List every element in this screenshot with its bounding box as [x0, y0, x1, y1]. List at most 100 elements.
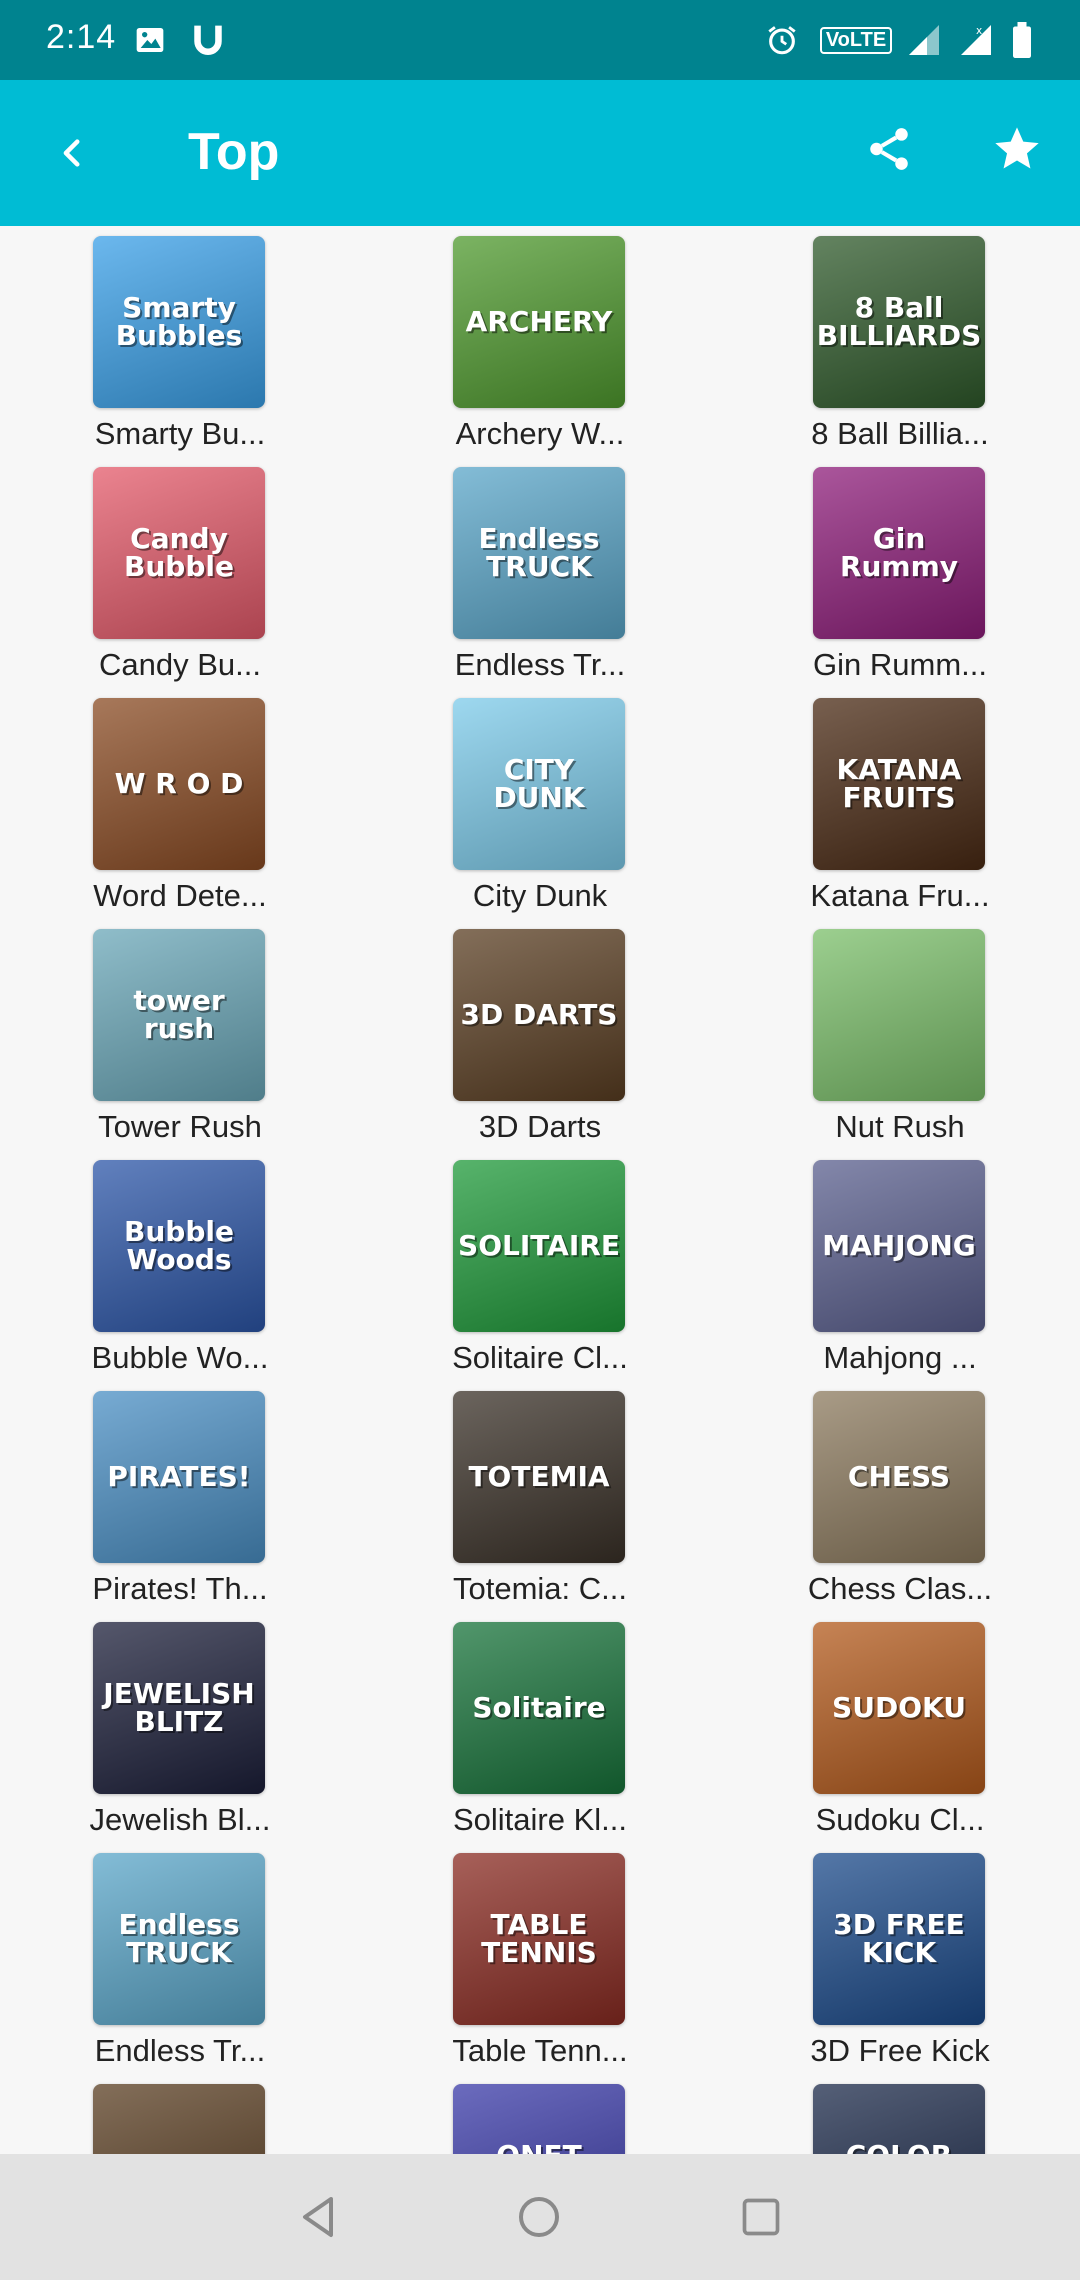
game-thumbnail[interactable] — [93, 2084, 265, 2154]
game-thumbnail[interactable]: PIRATES! — [93, 1391, 265, 1563]
game-title: Chess Clas... — [807, 1571, 993, 1606]
game-thumbnail[interactable]: ONET CONNECT — [453, 2084, 625, 2154]
game-thumbnail[interactable]: Gin Rummy — [813, 467, 985, 639]
game-title: Bubble Wo... — [91, 1340, 269, 1375]
game-tile[interactable]: 8 Ball BILLIARDS 8 Ball Billia... — [780, 226, 1020, 457]
status-time: 2:14 — [46, 18, 117, 56]
game-tile[interactable]: Endless TRUCK Endless Tr... — [60, 1843, 300, 2074]
game-thumbnail[interactable]: Solitaire — [453, 1622, 625, 1794]
game-thumbnail[interactable]: tower rush — [93, 929, 265, 1101]
triangle-back-icon — [303, 2197, 333, 2237]
status-bar: 2:14 VoLTE x — [0, 0, 1080, 80]
game-logo-text: TOTEMIA — [468, 1460, 610, 1493]
share-button[interactable] — [856, 116, 922, 182]
game-thumbnail[interactable]: SOLITAIRE — [453, 1160, 625, 1332]
game-logo-text: Gin Rummy — [839, 522, 959, 583]
game-title: Katana Fru... — [810, 878, 990, 913]
game-logo-text: CHESS — [847, 1460, 951, 1493]
game-tile[interactable]: COLOR SHAPE — [780, 2074, 1020, 2154]
game-tile[interactable]: SOLITAIRE Solitaire Cl... — [420, 1150, 660, 1381]
signal-icon — [904, 20, 944, 60]
nav-back-button[interactable] — [288, 2186, 350, 2248]
game-tile[interactable]: 3D DARTS 3D Darts — [420, 919, 660, 1150]
game-thumbnail[interactable]: TABLE TENNIS — [453, 1853, 625, 2025]
game-tile[interactable]: 3D FREE KICK 3D Free Kick — [780, 1843, 1020, 2074]
share-icon — [870, 128, 908, 170]
game-tile[interactable]: ONET CONNECT — [420, 2074, 660, 2154]
game-tile[interactable]: Bubble Woods Bubble Wo... — [60, 1150, 300, 1381]
game-thumbnail[interactable]: Bubble Woods — [93, 1160, 265, 1332]
game-tile[interactable]: CHESS Chess Clas... — [780, 1381, 1020, 1612]
game-title: 8 Ball Billia... — [811, 416, 989, 451]
game-tile[interactable]: Nut Rush — [780, 919, 1020, 1150]
game-logo-text: KATANA FRUITS — [836, 753, 962, 814]
game-title: Endless Tr... — [454, 647, 626, 682]
svg-text:x: x — [976, 25, 982, 37]
game-thumbnail[interactable]: SUDOKU — [813, 1622, 985, 1794]
game-title: Solitaire Kl... — [452, 1802, 627, 1837]
game-logo-text: Bubble Woods — [124, 1215, 234, 1276]
game-logo-text: W R O D — [114, 767, 244, 800]
game-thumbnail[interactable]: W R O D — [93, 698, 265, 870]
game-thumbnail[interactable]: Smarty Bubbles — [93, 236, 265, 408]
game-title: Mahjong ... — [823, 1340, 977, 1375]
game-tile[interactable]: ARCHERY Archery W... — [420, 226, 660, 457]
game-tile[interactable]: PIRATES! Pirates! Th... — [60, 1381, 300, 1612]
battery-icon — [1002, 20, 1042, 60]
game-thumbnail[interactable]: Endless TRUCK — [453, 467, 625, 639]
game-tile[interactable]: Endless TRUCK Endless Tr... — [420, 457, 660, 688]
alarm-icon — [762, 20, 802, 60]
nav-home-button[interactable] — [508, 2186, 570, 2248]
game-thumbnail[interactable]: CHESS — [813, 1391, 985, 1563]
game-title: Endless Tr... — [94, 2033, 266, 2068]
game-logo-text: Endless TRUCK — [118, 1908, 240, 1969]
back-button[interactable] — [40, 120, 106, 186]
game-thumbnail[interactable]: COLOR SHAPE — [813, 2084, 985, 2154]
game-thumbnail[interactable]: JEWELISH BLITZ — [93, 1622, 265, 1794]
game-logo-text: Solitaire — [472, 1691, 606, 1724]
game-thumbnail[interactable]: Candy Bubble — [93, 467, 265, 639]
game-tile[interactable]: TOTEMIA Totemia: C... — [420, 1381, 660, 1612]
game-thumbnail[interactable] — [813, 929, 985, 1101]
game-tile[interactable]: KATANA FRUITS Katana Fru... — [780, 688, 1020, 919]
game-tile[interactable]: W R O D Word Dete... — [60, 688, 300, 919]
nav-recents-button[interactable] — [730, 2186, 792, 2248]
game-tile[interactable]: SUDOKU Sudoku Cl... — [780, 1612, 1020, 1843]
game-tile[interactable]: Solitaire Solitaire Kl... — [420, 1612, 660, 1843]
game-logo-text: JEWELISH BLITZ — [103, 1677, 255, 1738]
game-logo-text: TABLE TENNIS — [481, 1908, 597, 1969]
game-logo-text: PIRATES! — [107, 1460, 251, 1493]
game-logo-text: ARCHERY — [465, 305, 613, 338]
game-tile[interactable]: Candy Bubble Candy Bu... — [60, 457, 300, 688]
game-tile[interactable]: MAHJONG Mahjong ... — [780, 1150, 1020, 1381]
game-thumbnail[interactable]: 3D FREE KICK — [813, 1853, 985, 2025]
game-tile[interactable] — [60, 2074, 300, 2154]
game-thumbnail[interactable]: 8 Ball BILLIARDS — [813, 236, 985, 408]
favorite-button[interactable] — [984, 116, 1050, 182]
game-grid: Smarty Bubbles Smarty Bu... ARCHERY Archery… — [0, 226, 1080, 2154]
game-tile[interactable]: CITY DUNK City Dunk — [420, 688, 660, 919]
game-thumbnail[interactable]: CITY DUNK — [453, 698, 625, 870]
game-logo-text: Candy Bubble — [124, 522, 234, 583]
game-tile[interactable]: Smarty Bubbles Smarty Bu... — [60, 226, 300, 457]
game-title: Nut Rush — [835, 1109, 965, 1144]
game-tile[interactable]: TABLE TENNIS Table Tenn... — [420, 1843, 660, 2074]
square-recents-icon — [742, 2198, 780, 2236]
game-title: Tower Rush — [98, 1109, 262, 1144]
game-thumbnail[interactable]: ARCHERY — [453, 236, 625, 408]
game-logo-text: tower rush — [133, 984, 225, 1045]
game-title: Gin Rumm... — [813, 647, 987, 682]
game-title: Archery W... — [455, 416, 625, 451]
game-thumbnail[interactable]: 3D DARTS — [453, 929, 625, 1101]
game-thumbnail[interactable]: Endless TRUCK — [93, 1853, 265, 2025]
game-tile[interactable]: tower rush Tower Rush — [60, 919, 300, 1150]
game-thumbnail[interactable]: KATANA FRUITS — [813, 698, 985, 870]
screen: 2:14 VoLTE x Top Smarty Bubbles Smarty B… — [0, 0, 1080, 2280]
game-title: Jewelish Bl... — [89, 1802, 271, 1837]
app-bar: Top — [0, 80, 1080, 226]
game-tile[interactable]: JEWELISH BLITZ Jewelish Bl... — [60, 1612, 300, 1843]
game-tile[interactable]: Gin Rummy Gin Rumm... — [780, 457, 1020, 688]
game-thumbnail[interactable]: TOTEMIA — [453, 1391, 625, 1563]
game-thumbnail[interactable]: MAHJONG — [813, 1160, 985, 1332]
game-logo-text: Smarty Bubbles — [115, 291, 243, 352]
